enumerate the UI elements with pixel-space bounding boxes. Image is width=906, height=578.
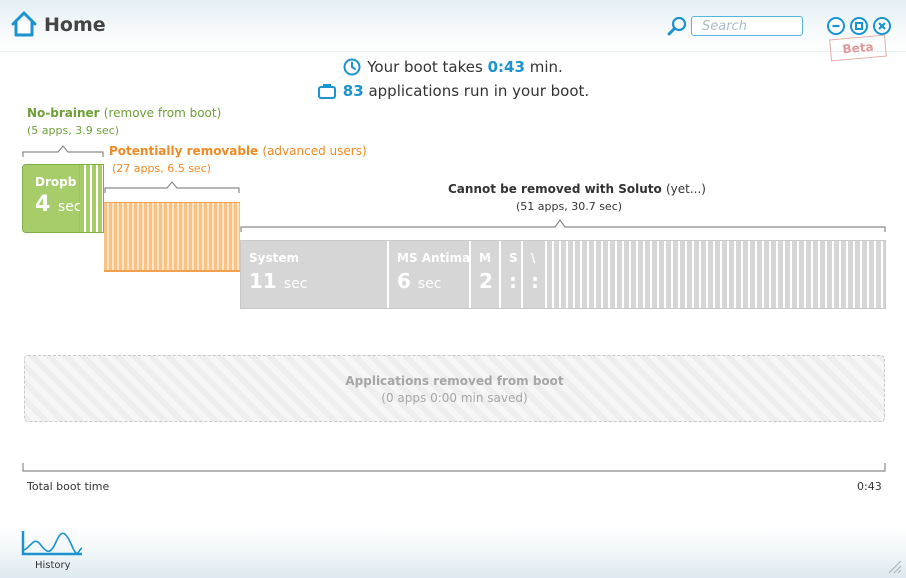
- no-brainer-block[interactable]: Dropb 4 sec: [22, 164, 104, 233]
- history-label[interactable]: History: [35, 560, 71, 571]
- no-brainer-other-apps[interactable]: [80, 165, 103, 232]
- app-segment-ms-antimalware[interactable]: MS Antima 6 sec: [389, 241, 471, 308]
- app-segment-system[interactable]: System 11 sec: [241, 241, 389, 308]
- close-icon: [878, 22, 886, 30]
- no-brainer-title: No-brainer: [27, 106, 100, 120]
- app-name: S: [509, 251, 518, 265]
- app-name: Dropb: [35, 175, 77, 189]
- cannot-remove-stats: (51 apps, 30.7 sec): [516, 200, 623, 213]
- potentially-removable-bracket: [104, 181, 240, 193]
- minimize-button[interactable]: [827, 17, 845, 35]
- home-icon[interactable]: [9, 9, 39, 39]
- total-boot-time-label: Total boot time: [27, 480, 110, 493]
- boot-time-summary: Your boot takes 0:43 min.: [0, 58, 906, 76]
- no-brainer-bracket: [22, 145, 104, 157]
- removed-apps-dropzone[interactable]: Applications removed from boot (0 apps 0…: [24, 355, 885, 422]
- page-title: Home: [44, 14, 106, 36]
- maximize-button[interactable]: [850, 17, 868, 35]
- app-name: \: [531, 251, 536, 265]
- app-name: M: [479, 251, 491, 265]
- app-time: 4 sec: [35, 192, 82, 217]
- app-time: 6 sec: [397, 269, 442, 293]
- footer-bar: [0, 528, 906, 578]
- app-time: 11 sec: [249, 269, 308, 293]
- potentially-removable-title: Potentially removable: [109, 144, 259, 158]
- clock-icon: [343, 58, 361, 76]
- total-boot-time-value: 0:43: [857, 480, 882, 493]
- potentially-removable-heading: Potentially removable (advanced users): [109, 144, 367, 158]
- maximize-icon: [855, 22, 863, 30]
- app-segment-s[interactable]: S :: [501, 241, 523, 308]
- timeline-bracket: [22, 463, 886, 472]
- app-time: :: [509, 269, 517, 293]
- app-segment-v[interactable]: \ :: [523, 241, 547, 308]
- no-brainer-stats: (5 apps, 3.9 sec): [27, 124, 120, 137]
- resize-grip-icon[interactable]: [886, 558, 902, 574]
- cannot-remove-bracket: [240, 218, 886, 232]
- boot-time-prefix: Your boot takes: [367, 58, 483, 76]
- no-brainer-heading: No-brainer (remove from boot): [27, 106, 221, 120]
- cannot-remove-title: Cannot be removed with Soluto: [448, 182, 662, 196]
- history-chart-icon[interactable]: [20, 528, 84, 560]
- app-count-value: 83: [342, 82, 364, 100]
- potentially-removable-subtitle: (advanced users): [262, 144, 367, 158]
- app-segment-m[interactable]: M 2: [471, 241, 501, 308]
- cannot-remove-other-apps[interactable]: [547, 241, 885, 308]
- cannot-remove-subtitle: (yet...): [665, 182, 706, 196]
- search-icon[interactable]: [666, 15, 688, 37]
- boot-time-value: 0:43: [487, 58, 525, 76]
- potentially-removable-block[interactable]: [104, 202, 240, 272]
- potentially-removable-stats: (27 apps, 6.5 sec): [112, 162, 212, 175]
- briefcase-icon: [317, 84, 336, 99]
- app-time: :: [531, 269, 539, 293]
- minimize-icon: [832, 24, 840, 28]
- app-count-suffix: applications run in your boot.: [368, 82, 590, 100]
- boot-time-suffix: min.: [529, 58, 563, 76]
- no-brainer-top-app[interactable]: Dropb 4 sec: [23, 165, 82, 232]
- app-time: 2: [479, 269, 493, 293]
- search-input[interactable]: [691, 16, 803, 36]
- close-button[interactable]: [873, 17, 891, 35]
- cannot-remove-heading: Cannot be removed with Soluto (yet...): [448, 182, 706, 196]
- cannot-remove-block[interactable]: System 11 sec MS Antima 6 sec M 2 S : \ …: [240, 240, 886, 309]
- no-brainer-subtitle: (remove from boot): [103, 106, 222, 120]
- app-name: System: [249, 251, 299, 265]
- removed-apps-subtitle: (0 apps 0:00 min saved): [381, 391, 528, 405]
- app-name: MS Antima: [397, 251, 471, 265]
- app-count-summary: 83 applications run in your boot.: [0, 82, 906, 100]
- removed-apps-title: Applications removed from boot: [345, 374, 564, 388]
